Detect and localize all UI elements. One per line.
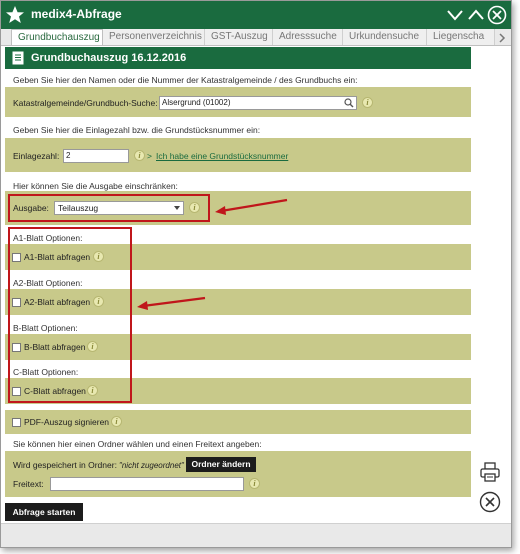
ausgabe-instruction: Hier können Sie die Ausgabe einschränken… [13,181,178,191]
grundstuecksnummer-link[interactable]: Ich habe eine Grundstücksnummer [156,151,288,161]
tab-grundbuchauszug[interactable]: Grundbuchauszug [11,29,103,45]
minimize-icon[interactable] [445,5,465,25]
tab-gst-auszug[interactable]: GST-Auszug [205,29,273,45]
tab-bar: Grundbuchauszug Personenverzeichnis GST-… [1,29,511,46]
info-icon[interactable]: i [111,416,122,427]
kg-label: Katastralgemeinde/Grundbuch-Suche: [13,98,158,108]
ez-instruction: Geben Sie hier die Einlagezahl bzw. die … [13,125,261,135]
tab-scroll-right-icon[interactable] [497,33,507,43]
window-title: medix4-Abfrage [31,7,122,21]
tab-urkundensuche[interactable]: Urkundensuche [343,29,427,45]
page-header: Grundbuchauszug 16.12.2016 [5,47,471,69]
app-window: medix4-Abfrage Grundbuchauszug Personenv… [0,0,512,548]
folder-instruction: Sie können hier einen Ordner wählen und … [13,439,262,449]
ez-label: Einlagezahl: [13,151,60,161]
ez-row: Einlagezahl: 2 i > Ich habe eine Grundst… [5,138,471,172]
main-content: Grundbuchauszug 16.12.2016 Geben Sie hie… [5,47,471,525]
change-folder-button[interactable]: Ordner ändern [186,457,256,472]
einlagezahl-input[interactable]: 2 [63,149,129,163]
pdf-sign-checkbox[interactable] [12,418,21,427]
close-icon[interactable] [487,5,507,25]
kg-search-value: Alsergrund (01002) [162,98,231,107]
submit-button[interactable]: Abfrage starten [5,503,83,521]
maximize-icon[interactable] [466,5,486,25]
tab-personenverzeichnis[interactable]: Personenverzeichnis [103,29,205,45]
title-bar: medix4-Abfrage [1,1,511,29]
info-icon[interactable]: i [134,150,145,161]
pdf-row: PDF-Auszug signieren i [5,410,471,434]
page-title: Grundbuchauszug 16.12.2016 [31,52,187,64]
freetext-label: Freitext: [13,479,44,489]
kg-search-input[interactable]: Alsergrund (01002) [159,96,357,110]
folder-row: Wird gespeichert in Ordner: "nicht zugeo… [5,451,471,497]
search-icon[interactable] [344,98,354,108]
link-prefix: > [147,151,152,161]
kg-row: Katastralgemeinde/Grundbuch-Suche: Alser… [5,87,471,117]
tab-liegenschaft[interactable]: Liegenscha [427,29,495,45]
annotation-box-ausgabe [8,194,210,222]
red-arrow-icon [137,296,206,310]
star-logo-icon [6,6,24,23]
tab-adresssuche[interactable]: Adresssuche [273,29,343,45]
freetext-input[interactable] [50,477,244,491]
kg-instruction: Geben Sie hier den Namen oder die Nummer… [13,75,358,85]
saved-folder-label: Wird gespeichert in Ordner: [13,460,117,470]
close-circle-icon[interactable] [479,491,501,513]
annotation-box-options [8,227,132,403]
red-arrow-icon [215,198,288,215]
footer-bar [1,523,511,547]
printer-icon[interactable] [479,461,501,483]
saved-folder-value: "nicht zugeordnet" [119,461,184,470]
info-icon[interactable]: i [362,97,373,108]
document-icon [12,51,24,65]
info-icon[interactable]: i [249,478,260,489]
pdf-sign-label[interactable]: PDF-Auszug signieren [24,417,109,427]
